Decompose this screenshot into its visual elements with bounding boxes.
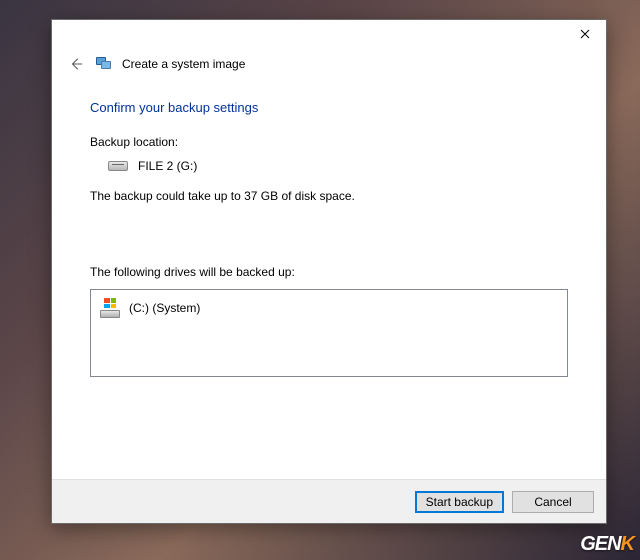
- cancel-button[interactable]: Cancel: [512, 491, 594, 513]
- window-title: Create a system image: [122, 57, 245, 71]
- drives-listbox[interactable]: (C:) (System): [90, 289, 568, 377]
- system-image-dialog: Create a system image Confirm your backu…: [51, 19, 607, 524]
- close-icon: [580, 29, 590, 39]
- back-button[interactable]: [66, 54, 86, 74]
- close-button[interactable]: [564, 20, 606, 48]
- page-heading: Confirm your backup settings: [90, 100, 568, 115]
- hard-drive-icon: [108, 159, 128, 173]
- drives-list-label: The following drives will be backed up:: [90, 265, 568, 279]
- backup-location-value: FILE 2 (G:): [138, 159, 197, 173]
- system-image-icon: [96, 56, 112, 72]
- drive-label: (C:) (System): [129, 301, 200, 315]
- watermark-part2: K: [621, 533, 634, 555]
- watermark-part1: GEN: [580, 533, 620, 555]
- system-drive-icon: [99, 298, 121, 318]
- content-area: Confirm your backup settings Backup loca…: [52, 74, 606, 479]
- backup-location-row: FILE 2 (G:): [108, 159, 568, 173]
- space-requirement-text: The backup could take up to 37 GB of dis…: [90, 189, 568, 203]
- watermark-logo: GENK: [580, 533, 634, 556]
- list-item[interactable]: (C:) (System): [99, 296, 559, 320]
- header-row: Create a system image: [52, 50, 606, 74]
- button-bar: Start backup Cancel: [52, 479, 606, 523]
- start-backup-button[interactable]: Start backup: [415, 491, 504, 513]
- titlebar: [52, 20, 606, 50]
- arrow-left-icon: [69, 57, 83, 71]
- backup-location-label: Backup location:: [90, 135, 568, 149]
